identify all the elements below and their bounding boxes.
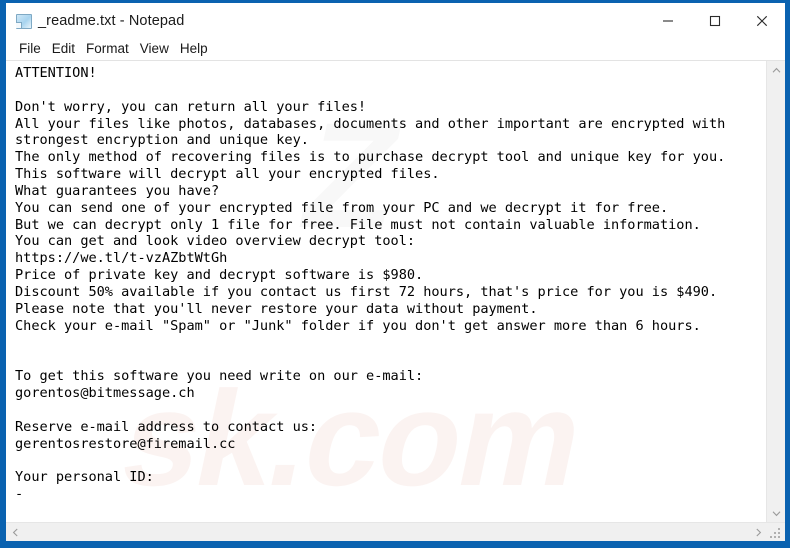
window-controls — [644, 3, 785, 38]
editor-body: Z sk.com ATTENTION! Don't worry, you can… — [6, 61, 785, 541]
resize-grip-icon[interactable] — [767, 523, 785, 541]
notepad-window: _readme.txt - Notepad File Edit Format V… — [6, 3, 785, 541]
scroll-right-button[interactable] — [749, 523, 767, 541]
chevron-up-icon — [772, 67, 780, 73]
notepad-document-icon — [15, 13, 32, 29]
menu-item-edit[interactable]: Edit — [47, 40, 81, 58]
editor-row: Z sk.com ATTENTION! Don't worry, you can… — [6, 61, 785, 522]
maximize-icon — [709, 15, 720, 26]
ransom-note-text: ATTENTION! Don't worry, you can return a… — [15, 65, 726, 503]
menu-item-help[interactable]: Help — [175, 40, 214, 58]
window-outer-frame: _readme.txt - Notepad File Edit Format V… — [0, 0, 790, 548]
text-editor-area[interactable]: Z sk.com ATTENTION! Don't worry, you can… — [6, 61, 766, 522]
window-title: _readme.txt - Notepad — [38, 12, 185, 29]
minimize-button[interactable] — [644, 3, 691, 38]
menu-item-format[interactable]: Format — [81, 40, 135, 58]
vertical-scroll-track[interactable] — [767, 79, 785, 504]
close-button[interactable] — [738, 3, 785, 38]
maximize-button[interactable] — [691, 3, 738, 38]
vertical-scrollbar[interactable] — [766, 61, 785, 522]
chevron-left-icon — [12, 528, 18, 536]
menu-item-file[interactable]: File — [14, 40, 47, 58]
minimize-icon — [662, 19, 673, 22]
close-icon — [756, 15, 767, 26]
horizontal-scroll-track[interactable] — [24, 523, 749, 541]
scroll-left-button[interactable] — [6, 523, 24, 541]
scroll-down-button[interactable] — [767, 504, 785, 522]
chevron-down-icon — [772, 510, 780, 516]
horizontal-scrollbar-row — [6, 522, 785, 541]
menu-item-view[interactable]: View — [135, 40, 175, 58]
title-bar-left: _readme.txt - Notepad — [6, 13, 644, 29]
menu-bar: File Edit Format View Help — [6, 38, 785, 61]
chevron-right-icon — [755, 528, 761, 536]
title-bar[interactable]: _readme.txt - Notepad — [6, 3, 785, 38]
scroll-up-button[interactable] — [767, 61, 785, 79]
horizontal-scrollbar[interactable] — [6, 523, 767, 541]
